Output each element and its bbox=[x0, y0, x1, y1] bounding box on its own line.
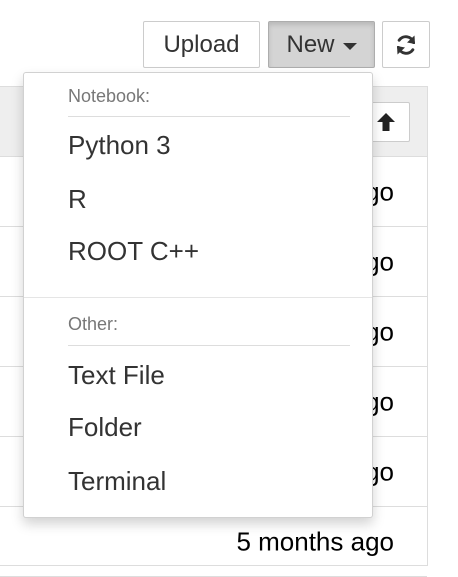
menu-item-label: Folder bbox=[68, 411, 142, 442]
arrow-up-icon bbox=[377, 113, 395, 131]
upload-button[interactable]: Upload bbox=[143, 21, 260, 68]
menu-item-label: R bbox=[68, 183, 87, 214]
file-modified-time: 5 months ago bbox=[236, 526, 394, 556]
refresh-button[interactable] bbox=[382, 21, 430, 68]
menu-item-label: Text File bbox=[68, 359, 165, 390]
menu-item-folder[interactable]: Folder bbox=[24, 403, 372, 451]
menu-item-python3[interactable]: Python 3 bbox=[24, 121, 372, 169]
new-button[interactable]: New bbox=[268, 21, 375, 68]
caret-down-icon bbox=[342, 42, 357, 50]
menu-item-root-cpp[interactable]: ROOT C++ bbox=[24, 227, 372, 275]
menu-item-r[interactable]: R bbox=[24, 175, 372, 223]
refresh-icon bbox=[397, 34, 415, 55]
menu-item-label: ROOT C++ bbox=[68, 235, 200, 266]
notebook-section-header: Notebook: bbox=[68, 86, 151, 106]
menu-item-text-file[interactable]: Text File bbox=[24, 351, 372, 399]
new-button-label: New bbox=[286, 30, 335, 58]
menu-item-label: Terminal bbox=[68, 465, 167, 496]
menu-item-label: Python 3 bbox=[68, 129, 171, 160]
notebook-header-rule bbox=[68, 116, 350, 117]
new-dropdown-menu: Notebook: Python 3 R ROOT C++ Other: Tex… bbox=[23, 72, 373, 518]
other-header-rule bbox=[68, 345, 350, 346]
menu-item-terminal[interactable]: Terminal bbox=[24, 457, 372, 505]
menu-divider bbox=[24, 297, 372, 298]
other-section-header: Other: bbox=[68, 314, 119, 334]
upload-button-label: Upload bbox=[163, 30, 240, 58]
